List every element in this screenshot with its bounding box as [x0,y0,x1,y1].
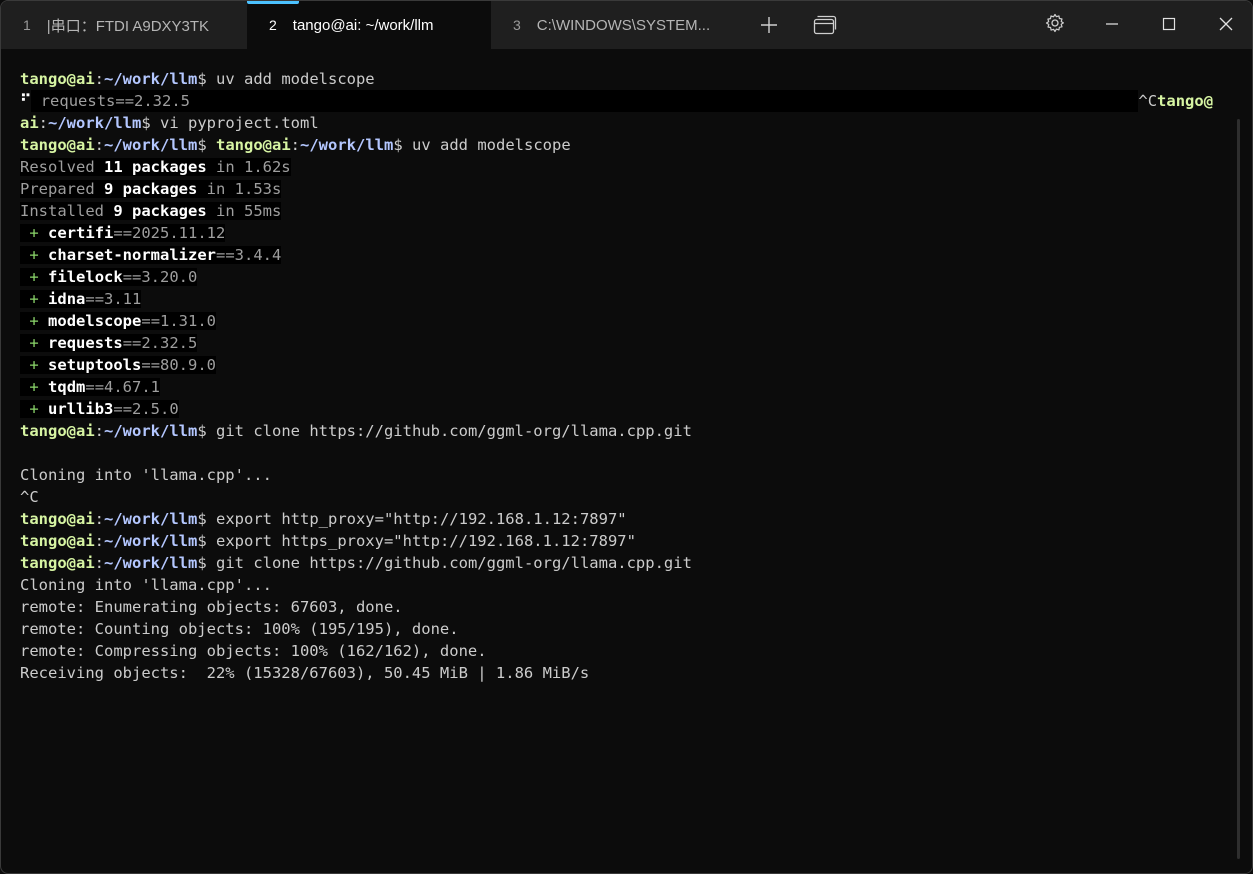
tab-tango[interactable]: 2 tango@ai: ~/work/llm [247,1,491,49]
dropdown-icon [813,15,837,35]
terminal-line: Resolved 11 packages in 1.62s [20,158,291,176]
scrollbar-thumb[interactable] [1237,119,1240,859]
terminal-line: remote: Counting objects: 100% (195/195)… [20,620,459,638]
tab-dropdown-button[interactable] [797,1,853,49]
maximize-icon [1162,16,1176,35]
gear-icon [1045,13,1065,37]
new-tab-button[interactable] [741,1,797,49]
tab-number: 2 [269,17,277,33]
settings-button[interactable] [1026,1,1083,49]
terminal-line: tango@ai:~/work/llm$ export https_proxy=… [20,532,636,550]
terminal-line: tango@ai:~/work/llm$ export http_proxy="… [20,510,627,528]
terminal-line: remote: Enumerating objects: 67603, done… [20,598,403,616]
tab-serial[interactable]: 1 |串口：FTDI A9DXY3TK [1,1,247,49]
package-line: + setuptools==80.9.0 [20,354,1224,376]
tab-title: tango@ai: ~/work/llm [292,16,434,34]
terminal-line: Receiving objects: 22% (15328/67603), 50… [20,664,590,682]
spinner: ⠋ [20,92,32,110]
package-line: + urllib3==2.5.0 [20,398,1224,420]
terminal-line: tango@ai:~/work/llm$ uv add modelscope [20,70,375,88]
terminal-window: 1 |串口：FTDI A9DXY3TK 2 tango@ai: ~/work/l… [0,0,1253,874]
maximize-button[interactable] [1140,1,1197,49]
package-line: + modelscope==1.31.0 [20,310,1224,332]
terminal-line: tango@ai:~/work/llm$ tango@ai:~/work/llm… [20,136,571,154]
terminal-line: ⠋ requests==2.32.5 ^Ctango@ [20,90,1214,112]
title-bar: 1 |串口：FTDI A9DXY3TK 2 tango@ai: ~/work/l… [1,1,1252,49]
close-icon [1219,16,1233,35]
package-line: + requests==2.32.5 [20,332,1224,354]
package-line: + certifi==2025.11.12 [20,222,1224,244]
terminal-output[interactable]: tango@ai:~/work/llm$ uv add modelscope ⠋… [1,49,1224,873]
package-line: + charset-normalizer==3.4.4 [20,244,1224,266]
minimize-icon [1105,16,1119,35]
close-button[interactable] [1197,1,1252,49]
package-line: + tqdm==4.67.1 [20,376,1224,398]
plus-icon [760,16,778,34]
tab-windows-system[interactable]: 3 C:\WINDOWS\SYSTEM... [491,1,741,49]
terminal-line: Installed 9 packages in 55ms [20,202,282,220]
terminal-line: tango@ai:~/work/llm$ git clone https://g… [20,554,692,572]
terminal-line: Cloning into 'llama.cpp'... [20,576,272,594]
tab-number: 3 [513,17,521,33]
tab-title: C:\WINDOWS\SYSTEM... [536,16,711,34]
terminal-line: tango@ai:~/work/llm$ git clone https://g… [20,422,692,440]
terminal-line: remote: Compressing objects: 100% (162/1… [20,642,487,660]
minimize-button[interactable] [1083,1,1140,49]
tab-title: |串口：FTDI A9DXY3TK [46,17,210,35]
scrollbar[interactable] [1222,49,1252,873]
package-line: + idna==3.11 [20,288,1224,310]
package-line: + filelock==3.20.0 [20,266,1224,288]
tab-number: 1 [23,17,31,33]
drag-region[interactable] [853,1,1026,49]
terminal-line: ^C [20,488,39,506]
terminal-line: ai:~/work/llm$ vi pyproject.toml [20,114,319,132]
terminal-line: Prepared 9 packages in 1.53s [20,180,282,198]
terminal-line: Cloning into 'llama.cpp'... [20,466,272,484]
